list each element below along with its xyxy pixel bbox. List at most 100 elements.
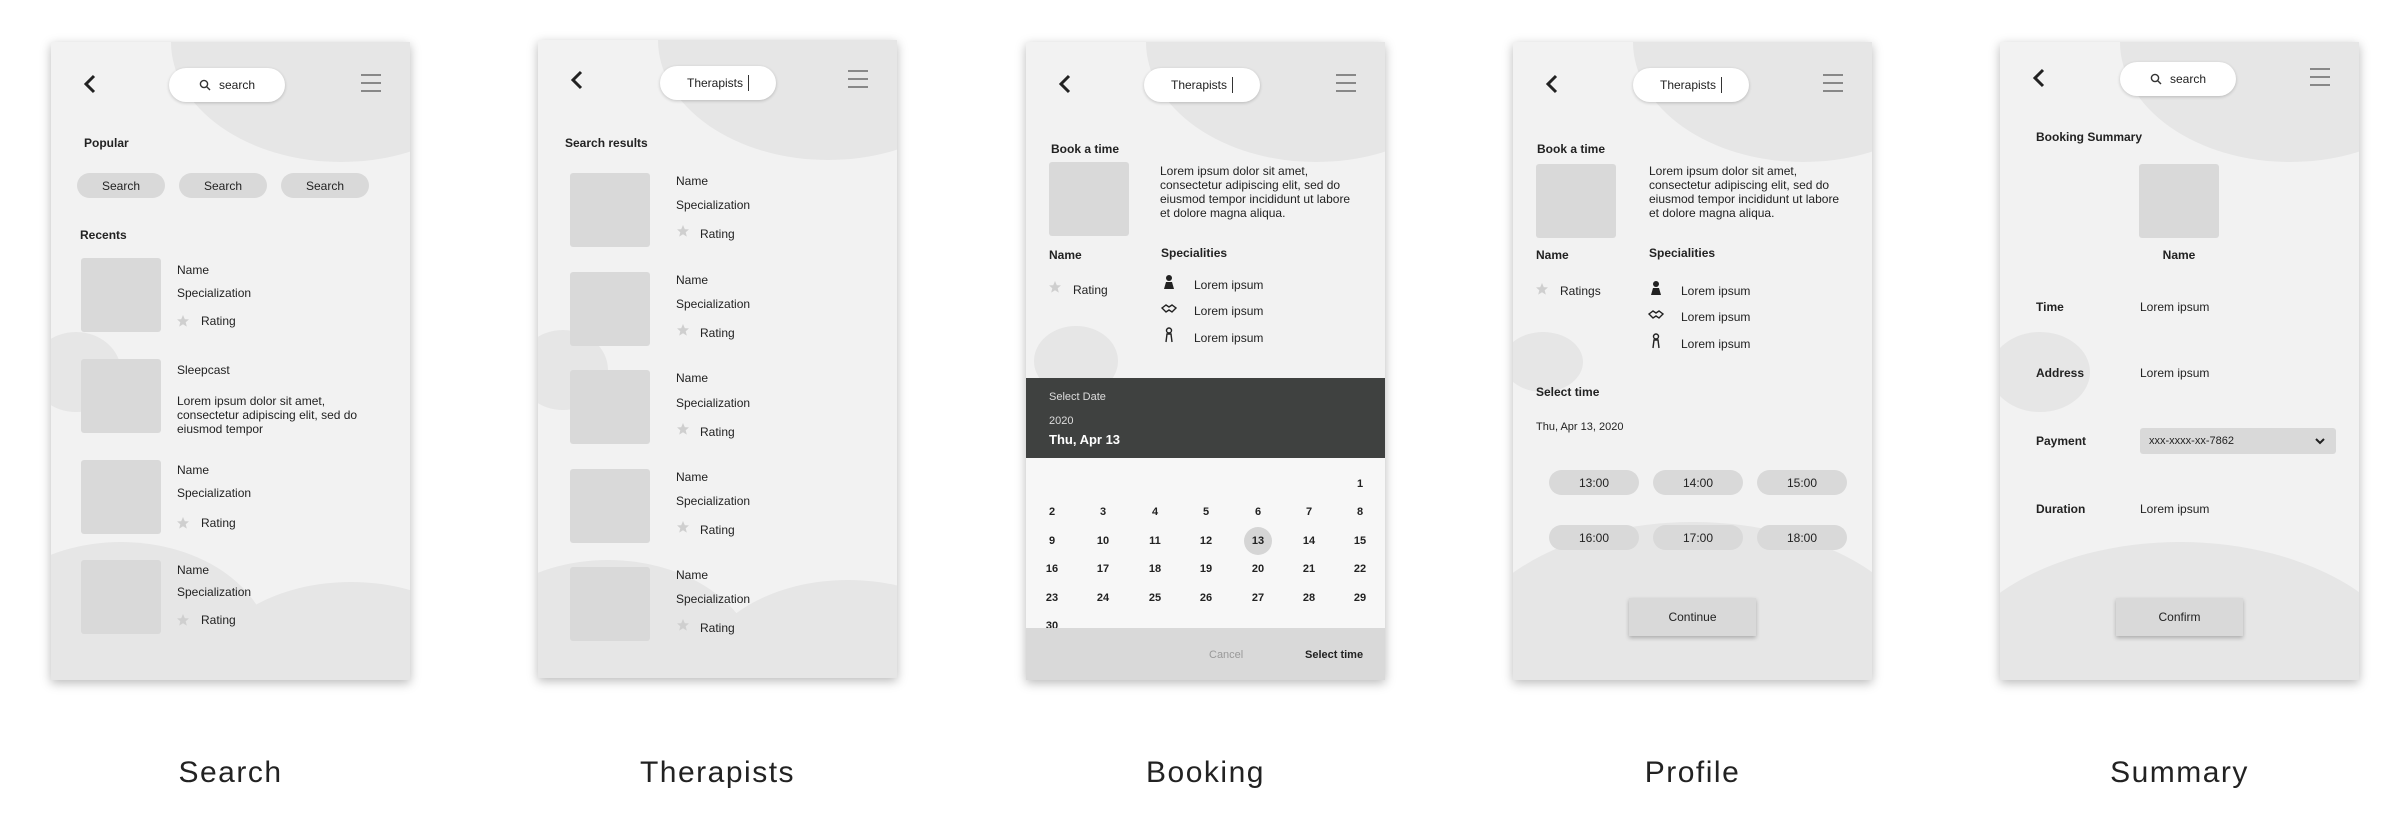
calendar-day[interactable]: 29 [1346,584,1374,612]
calendar-day[interactable]: 5 [1192,498,1220,526]
back-arrow-icon[interactable] [79,72,103,96]
handshake-icon [1161,304,1177,313]
back-arrow-icon[interactable] [1054,72,1078,96]
calendar-day[interactable]: 1 [1346,470,1374,498]
select-date-label: Select Date [1049,391,1106,403]
back-arrow-icon[interactable] [2028,66,2052,90]
recent-specialization: Specialization [177,286,252,300]
decor-blob [2120,42,2359,162]
recent-thumbnail[interactable] [81,560,161,634]
decor-blob [1513,332,1583,392]
recents-heading: Recents [80,228,127,242]
search-input[interactable]: Therapists [660,66,776,100]
time-slot[interactable]: 13:00 [1549,470,1639,495]
calendar-day[interactable]: 17 [1089,555,1117,583]
time-slot[interactable]: 17:00 [1653,525,1743,550]
caption-booking: Booking [1146,756,1265,789]
hamburger-menu-icon[interactable] [360,72,382,94]
popular-pill[interactable]: Search [77,173,165,198]
person-icon [1164,275,1174,289]
recent-name: Name [177,263,210,277]
payment-select[interactable]: xxx-xxxx-xx-7862 [2140,428,2336,454]
text-cursor [1721,77,1723,93]
calendar-day[interactable]: 27 [1244,584,1272,612]
therapist-specialization: Specialization [676,494,751,508]
time-label: Time [2036,300,2064,314]
calendar-day[interactable]: 24 [1089,584,1117,612]
calendar-day[interactable]: 14 [1295,527,1323,555]
calendar-day[interactable]: 11 [1141,527,1169,555]
calendar-day[interactable]: 10 [1089,527,1117,555]
calendar-day[interactable]: 12 [1192,527,1220,555]
calendar-day[interactable]: 9 [1038,527,1066,555]
calendar-day[interactable]: 22 [1346,555,1374,583]
calendar-day[interactable]: 4 [1141,498,1169,526]
star-icon [1536,283,1548,295]
popular-pill[interactable]: Search [179,173,267,198]
search-input[interactable]: search [2120,62,2236,96]
therapist-thumbnail[interactable] [570,272,650,346]
time-slot[interactable]: 18:00 [1757,525,1847,550]
duration-label: Duration [2036,502,2086,516]
therapist-thumbnail[interactable] [570,173,650,247]
calendar-day[interactable]: 19 [1192,555,1220,583]
calendar-day[interactable]: 2 [1038,498,1066,526]
therapist-name: Name [2162,248,2196,262]
confirm-button[interactable]: Confirm [2116,598,2243,636]
speciality-item: Lorem ipsum [1194,331,1264,345]
hamburger-menu-icon[interactable] [1822,72,1844,94]
time-slot[interactable]: 16:00 [1549,525,1639,550]
date-picker-footer: Cancel Select time [1026,628,1385,680]
hamburger-menu-icon[interactable] [2309,66,2331,88]
calendar-day-selected[interactable]: 13 [1244,527,1272,555]
search-placeholder: search [2169,72,2207,86]
calendar-day[interactable]: 15 [1346,527,1374,555]
calendar-day[interactable]: 6 [1244,498,1272,526]
duration-value: Lorem ipsum [2140,502,2210,516]
search-input[interactable]: Therapists [1144,68,1260,102]
calendar-day[interactable]: 23 [1038,584,1066,612]
speciality-item: Lorem ipsum [1194,278,1264,292]
calendar-day[interactable]: 8 [1346,498,1374,526]
calendar-day[interactable]: 7 [1295,498,1323,526]
calendar-day[interactable]: 21 [1295,555,1323,583]
chevron-down-icon [2315,438,2325,445]
recent-thumbnail[interactable] [81,460,161,534]
therapist-name: Name [676,273,709,287]
caption-search: Search [178,756,283,789]
time-slot[interactable]: 15:00 [1757,470,1847,495]
therapist-photo [1049,162,1129,236]
continue-button[interactable]: Continue [1629,598,1756,636]
specialities-heading: Specialities [1161,246,1228,260]
therapist-thumbnail[interactable] [570,469,650,543]
search-input[interactable]: search [169,68,285,102]
recent-rating: Rating [201,613,236,627]
calendar-day[interactable]: 18 [1141,555,1169,583]
hamburger-menu-icon[interactable] [1335,72,1357,94]
therapist-thumbnail[interactable] [570,370,650,444]
calendar-day[interactable]: 25 [1141,584,1169,612]
recent-thumbnail[interactable] [81,258,161,332]
calendar-day[interactable]: 28 [1295,584,1323,612]
booking-summary-heading: Booking Summary [2036,130,2143,144]
back-arrow-icon[interactable] [566,68,590,92]
time-slot[interactable]: 14:00 [1653,470,1743,495]
select-time-button[interactable]: Select time [1305,648,1363,662]
calendar-day[interactable]: 3 [1089,498,1117,526]
therapist-thumbnail[interactable] [570,567,650,641]
therapist-name: Name [1536,248,1569,262]
search-input[interactable]: Therapists [1633,68,1749,102]
cancel-button[interactable]: Cancel [1209,648,1243,662]
calendar-day[interactable]: 16 [1038,555,1066,583]
selected-year[interactable]: 2020 [1049,414,1073,428]
recent-specialization: Specialization [177,585,252,599]
recent-description: Lorem ipsum dolor sit amet, consectetur … [177,394,358,436]
hamburger-menu-icon[interactable] [847,68,869,90]
search-value: Therapists [686,76,744,90]
popular-pill[interactable]: Search [281,173,369,198]
recent-thumbnail[interactable] [81,359,161,433]
calendar-day[interactable]: 20 [1244,555,1272,583]
therapist-rating: Rating [700,326,735,340]
calendar-day[interactable]: 26 [1192,584,1220,612]
back-arrow-icon[interactable] [1541,72,1565,96]
